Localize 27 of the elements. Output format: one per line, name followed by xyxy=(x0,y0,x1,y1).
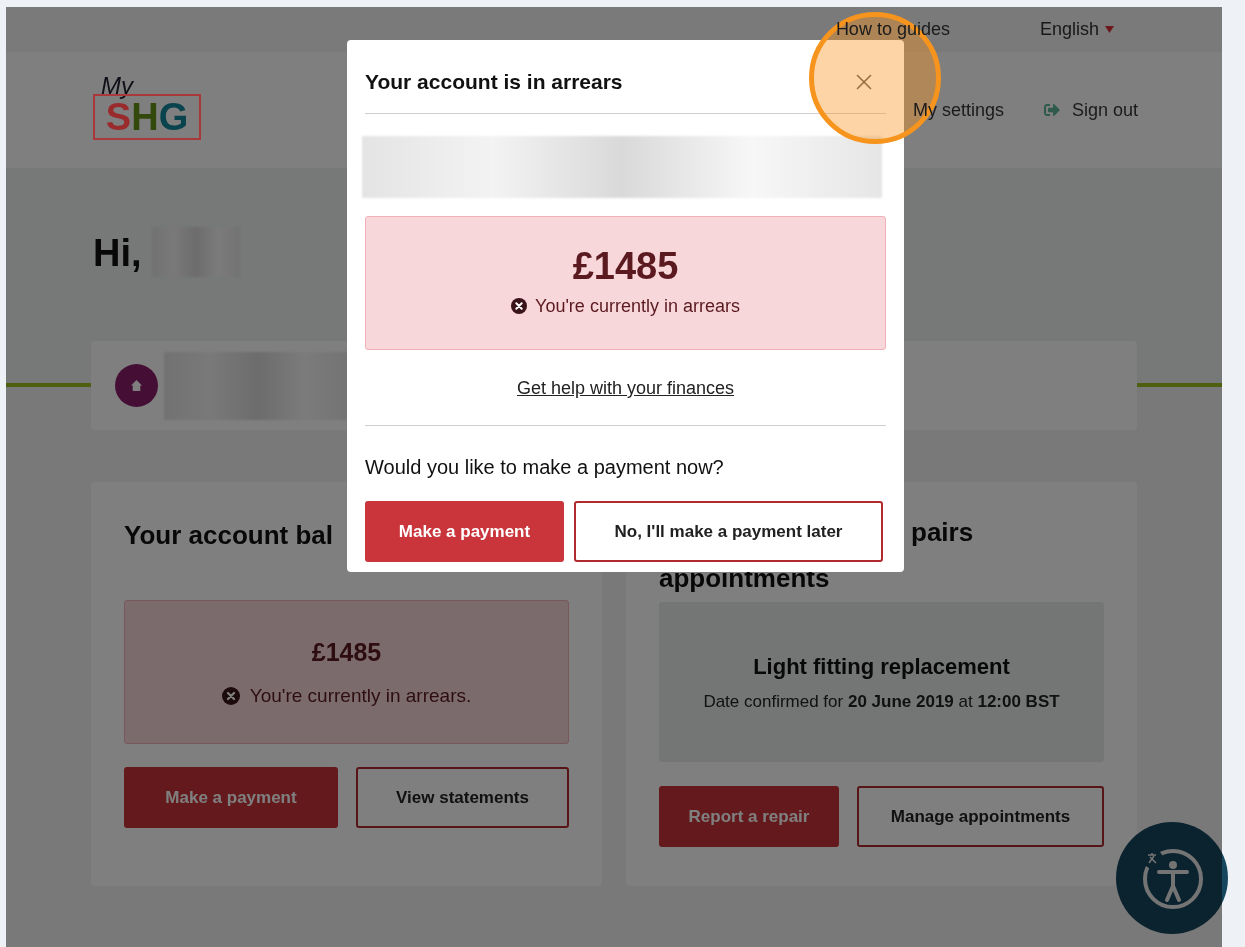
outline-button[interactable]: Manage appointments xyxy=(857,786,1104,847)
card-heading: appointments xyxy=(659,562,830,594)
home-icon xyxy=(115,364,158,407)
error-icon xyxy=(221,686,240,705)
dialog-title: Your account is in arrears xyxy=(365,69,623,96)
caret-icon xyxy=(1105,26,1114,33)
primary-button[interactable]: Make a payment xyxy=(365,501,564,562)
arrears-status: You're currently in arrears. xyxy=(249,683,472,708)
sign-out-link[interactable]: Sign out xyxy=(1043,96,1138,124)
language-selector[interactable]: English xyxy=(1039,16,1114,43)
card-heading: Your account bal xyxy=(124,519,333,552)
sign-out-icon xyxy=(1043,102,1060,118)
balance-amount: £1485 xyxy=(311,637,382,668)
primary-button[interactable]: Make a payment xyxy=(124,767,338,828)
arrears-status: You're currently in arrears xyxy=(535,294,740,318)
greeting: Hi, xyxy=(93,231,142,276)
settings-link[interactable]: My settings xyxy=(912,96,1004,124)
primary-button[interactable]: Report a repair xyxy=(659,786,839,847)
appointment-title: Light fitting replacement xyxy=(753,652,1010,681)
payment-question: Would you like to make a payment now? xyxy=(365,455,725,480)
card-heading: pairs xyxy=(911,516,974,548)
appointment-detail: Date confirmed for 20 June 2019 at 12:00 BST xyxy=(703,690,1060,713)
error-icon xyxy=(511,298,528,314)
outline-button[interactable]: View statements xyxy=(356,767,569,828)
finances-help-link[interactable]: Get help with your finances xyxy=(516,375,735,402)
arrears-amount: £1485 xyxy=(572,246,679,285)
outline-button[interactable]: No, I'll make a payment later xyxy=(574,501,883,562)
